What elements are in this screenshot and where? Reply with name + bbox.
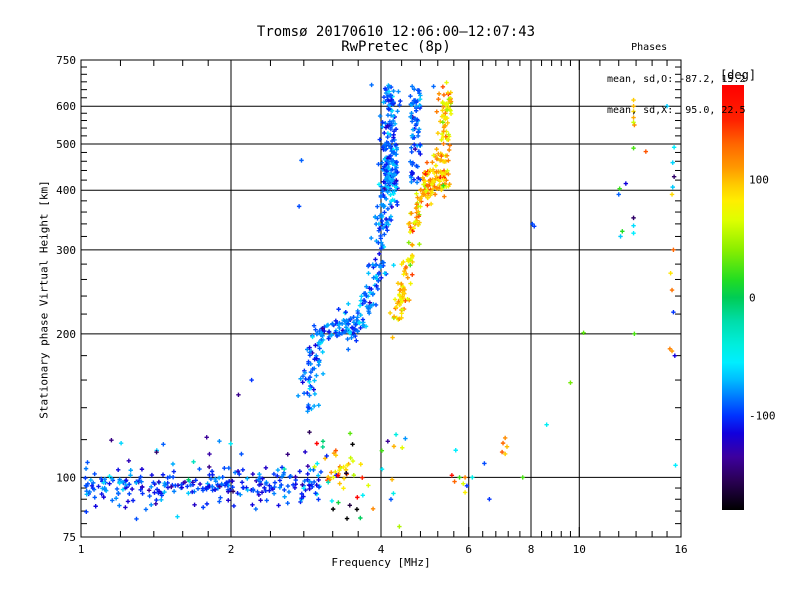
y-tick-100: 100	[56, 471, 76, 484]
grid-lines	[81, 60, 681, 537]
x-tick-labels: 1 2 4 6 8 10 16	[78, 543, 688, 556]
y-tick-400: 400	[56, 184, 76, 197]
y-tick-75: 75	[63, 531, 76, 544]
scatter-points	[83, 80, 678, 529]
phase-stats-header: Phases	[607, 42, 668, 53]
y-tick-200: 200	[56, 328, 76, 341]
phase-stats-x-line: mean, sd,X: 95.0, 22.5	[607, 105, 746, 116]
y-tick-500: 500	[56, 138, 76, 151]
x-tick-4: 4	[378, 543, 385, 556]
colorbar-tick-labels: 100 0 -100	[749, 173, 776, 422]
x-axis-label: Frequency [MHz]	[331, 556, 431, 569]
x-tick-8: 8	[528, 543, 535, 556]
plot-subtitle: RwPretec (8p)	[341, 39, 451, 55]
y-axis-label: Stationary phase Virtual Height [km]	[37, 180, 51, 419]
x-tick-1: 1	[78, 543, 85, 556]
colorbar	[722, 85, 744, 510]
x-tick-10: 10	[573, 543, 586, 556]
y-tick-750: 750	[56, 54, 76, 67]
x-tick-16: 16	[674, 543, 687, 556]
y-tick-300: 300	[56, 244, 76, 257]
colorbar-tick-0: 0	[749, 292, 756, 305]
ionogram-figure: 1 2 4 6 8 10 16 750 600 500 400 300 200 100 75 100 0 -100…	[0, 0, 800, 600]
x-tick-6: 6	[465, 543, 472, 556]
colorbar-title: [deg]	[719, 68, 757, 82]
colorbar-tick-100: 100	[749, 173, 769, 186]
y-tick-labels: 750 600 500 400 300 200 100 75	[56, 54, 76, 544]
y-tick-600: 600	[56, 100, 76, 113]
x-tick-2: 2	[228, 543, 235, 556]
plot-title: Tromsø 20170610 12:06:00–12:07:43	[256, 24, 536, 40]
colorbar-tick--100: -100	[749, 410, 776, 423]
